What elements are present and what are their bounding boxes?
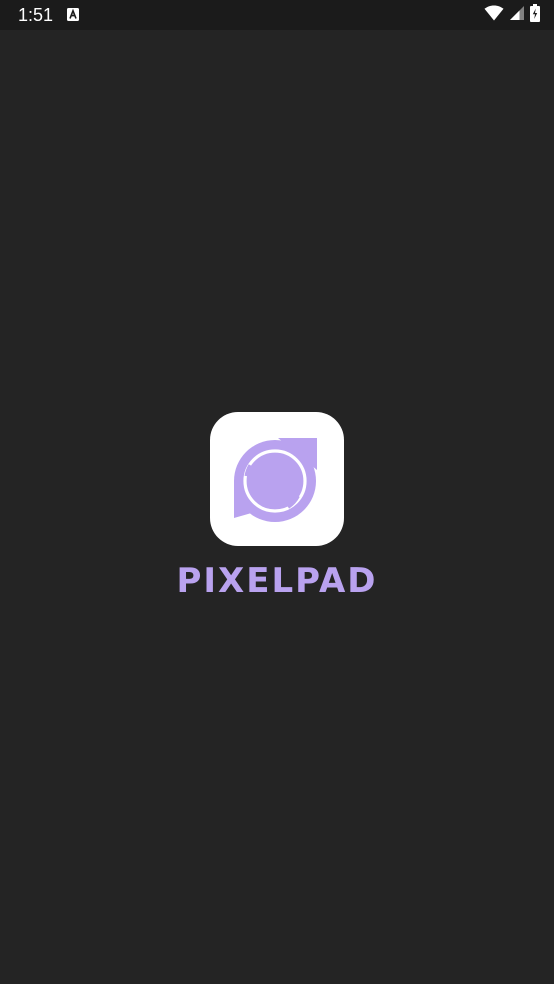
app-logo-tile [210, 412, 344, 546]
app-name: PIXELPAD [176, 561, 378, 601]
wifi-icon [484, 5, 504, 26]
status-time: 1:51 [18, 5, 54, 25]
chat-bubble-lens-icon [234, 438, 317, 522]
battery-charging-icon [530, 3, 540, 27]
cellular-signal-icon [510, 5, 524, 25]
status-icons [484, 3, 540, 27]
splash-content: PIXELPAD [0, 30, 554, 984]
status-bar: 1:51 [0, 0, 554, 30]
text-input-a-icon [67, 8, 79, 21]
splash-screen: 1:51 PIXELPAD [0, 0, 554, 984]
